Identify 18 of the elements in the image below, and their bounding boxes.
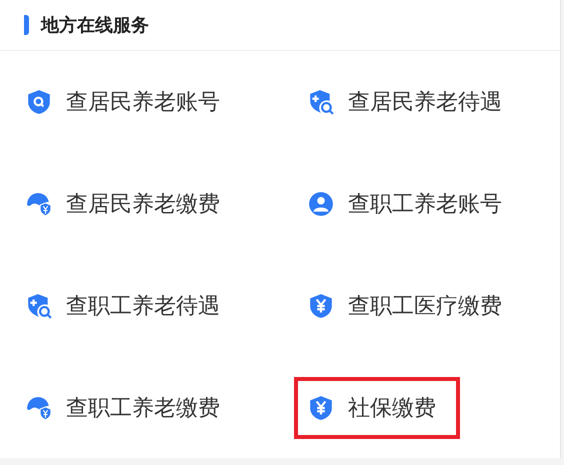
shield-plus-search-icon: [308, 89, 334, 115]
shield-yen-icon: [308, 395, 334, 421]
service-item[interactable]: 查职工医疗缴费: [294, 275, 526, 337]
umbrella-icon: [26, 395, 52, 421]
shield-plus-search-icon: [26, 293, 52, 319]
accent-bar: [24, 15, 29, 35]
service-item[interactable]: 查职工养老缴费: [12, 377, 244, 439]
service-item[interactable]: 查职工养老待遇: [12, 275, 244, 337]
section-title: 地方在线服务: [41, 14, 149, 37]
umbrella-icon: [26, 191, 52, 217]
service-item[interactable]: 查居民养老缴费: [12, 173, 244, 235]
shield-search-icon: [26, 89, 52, 115]
service-item[interactable]: 查居民养老账号: [12, 71, 244, 133]
service-item[interactable]: 社保缴费: [294, 377, 460, 439]
person-icon: [308, 191, 334, 217]
service-item[interactable]: 查居民养老待遇: [294, 71, 526, 133]
service-item[interactable]: 查职工养老账号: [294, 173, 526, 235]
shield-yen-icon: [308, 293, 334, 319]
